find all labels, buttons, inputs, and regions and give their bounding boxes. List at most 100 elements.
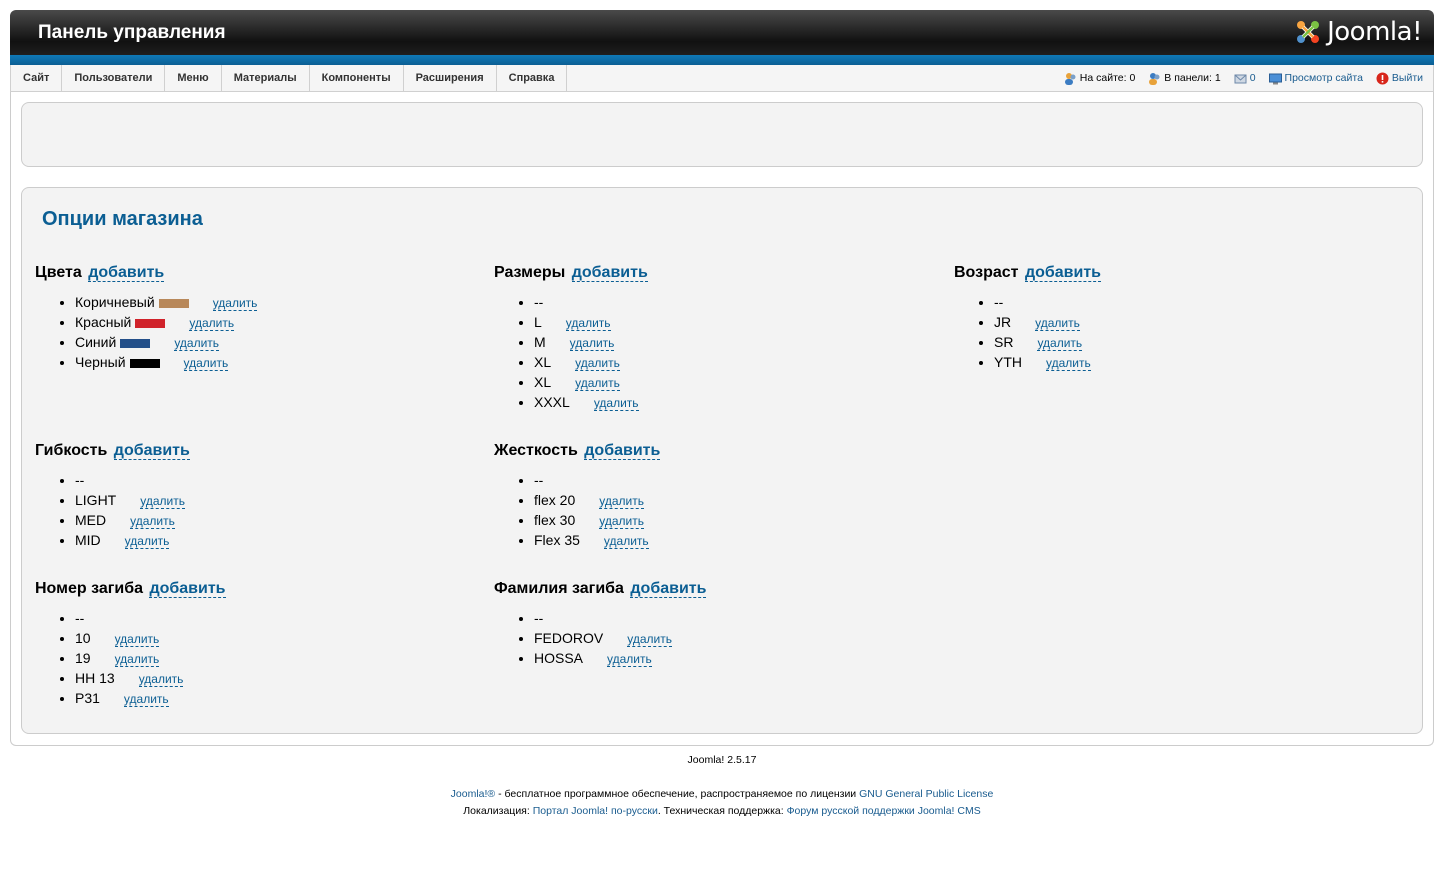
add-age-link[interactable]: добавить xyxy=(1024,264,1101,282)
option-label: FEDOROV xyxy=(534,630,604,646)
view-site-label: Просмотр сайта xyxy=(1284,72,1363,84)
delete-link[interactable]: удалить xyxy=(575,356,620,371)
colors-list: Коричневый удалить Красный удалить Синий уд… xyxy=(35,292,475,372)
in-panel-count: В панели: 1 xyxy=(1164,72,1221,84)
list-item: XXXL удалить xyxy=(534,392,934,412)
delete-link[interactable]: удалить xyxy=(189,316,235,331)
delete-link[interactable]: удалить xyxy=(183,356,229,371)
group-title: Возраст добавить xyxy=(954,262,1394,284)
group-title: Цвета добавить xyxy=(35,262,475,284)
delete-link[interactable]: удалить xyxy=(593,396,639,411)
menu-item-extensions[interactable]: Расширения xyxy=(404,65,497,91)
admin-users-icon xyxy=(1149,72,1160,85)
forum-link[interactable]: Форум русской поддержки Joomla! CMS xyxy=(787,805,981,817)
curve-number-list: -- 10 удалить 19 удалить HH 13 удалить P31 у… xyxy=(35,608,475,708)
delete-link[interactable]: удалить xyxy=(569,336,615,351)
list-item: -- xyxy=(75,608,475,628)
messages-link[interactable]: 0 xyxy=(1234,72,1256,85)
menu-item-users[interactable]: Пользователи xyxy=(62,65,166,91)
delete-link[interactable]: удалить xyxy=(603,534,649,549)
option-label: 10 xyxy=(75,630,91,646)
option-label: M xyxy=(534,334,546,350)
delete-link[interactable]: удалить xyxy=(1037,336,1083,351)
add-color-link[interactable]: добавить xyxy=(88,264,165,282)
menu-item-site[interactable]: Сайт xyxy=(11,65,63,91)
localization-label: Локализация: xyxy=(463,805,533,817)
delete-link[interactable]: удалить xyxy=(599,514,644,529)
gpl-link[interactable]: GNU General Public License xyxy=(859,788,993,800)
users-on-site: На сайте: 0 xyxy=(1064,72,1136,85)
list-item: MED удалить xyxy=(75,510,475,530)
group-curve-number: Номер загиба добавить -- 10 удалить 19 уда… xyxy=(35,578,475,708)
list-item: Синий удалить xyxy=(75,332,475,352)
support-label: . Техническая поддержка: xyxy=(657,805,787,817)
option-label: MED xyxy=(75,512,107,528)
admin-window: Панель управления Joomla! Сайт Пользоват… xyxy=(10,10,1434,820)
option-label: flex 20 xyxy=(534,492,576,508)
delete-link[interactable]: удалить xyxy=(599,494,644,509)
option-label: -- xyxy=(75,472,85,488)
delete-link[interactable]: удалить xyxy=(124,534,170,549)
delete-link[interactable]: удалить xyxy=(114,632,160,647)
delete-link[interactable]: удалить xyxy=(138,672,184,687)
menu-item-help[interactable]: Справка xyxy=(497,65,568,91)
delete-link[interactable]: удалить xyxy=(575,376,620,391)
group-sizes: Размеры добавить -- Lудалить Mудалить XL… xyxy=(494,262,934,412)
list-item: P31 удалить xyxy=(75,688,475,708)
logo-text: Joomla! xyxy=(1327,17,1422,47)
view-site-link[interactable]: Просмотр сайта xyxy=(1268,72,1363,85)
delete-link[interactable]: удалить xyxy=(1035,316,1080,331)
menu-item-menus[interactable]: Меню xyxy=(165,65,222,91)
delete-link[interactable]: удалить xyxy=(123,692,169,707)
list-item: 19 удалить xyxy=(75,648,475,668)
delete-link[interactable]: удалить xyxy=(1046,356,1091,371)
option-label: L xyxy=(534,314,542,330)
add-flex-link[interactable]: добавить xyxy=(113,442,190,460)
menu-item-content[interactable]: Материалы xyxy=(222,65,310,91)
portal-link[interactable]: Портал Joomla! по-русски xyxy=(533,805,658,817)
delete-link[interactable]: удалить xyxy=(627,632,672,647)
group-curve-name: Фамилия загиба добавить -- FEDOROVудалит… xyxy=(494,578,934,668)
group-title-text: Возраст xyxy=(954,264,1019,281)
curve-name-list: -- FEDOROVудалить HOSSAудалить xyxy=(494,608,934,668)
option-label: 19 xyxy=(75,650,91,666)
option-label: HOSSA xyxy=(534,650,584,666)
monitor-icon xyxy=(1268,73,1282,84)
delete-link[interactable]: удалить xyxy=(607,652,652,667)
add-curve-name-link[interactable]: добавить xyxy=(630,580,707,598)
group-title-text: Жесткость xyxy=(494,442,578,459)
menu-item-components[interactable]: Компоненты xyxy=(310,65,404,91)
list-item: SR удалить xyxy=(994,332,1394,352)
option-label: YTH xyxy=(994,354,1022,370)
delete-link[interactable]: удалить xyxy=(114,652,160,667)
logout-link[interactable]: Выйти xyxy=(1376,72,1423,85)
option-label: XL xyxy=(534,354,552,370)
list-item: JR удалить xyxy=(994,312,1394,332)
list-item: LIGHT удалить xyxy=(75,490,475,510)
stiffness-list: -- flex 20 удалить flex 30 удалить Flex 35… xyxy=(494,470,934,550)
age-list: -- JR удалить SR удалить YTH удалить xyxy=(954,292,1394,372)
list-item: -- xyxy=(534,608,934,628)
group-title: Размеры добавить xyxy=(494,262,934,284)
add-stiffness-link[interactable]: добавить xyxy=(584,442,661,460)
add-size-link[interactable]: добавить xyxy=(571,264,648,282)
delete-link[interactable]: удалить xyxy=(130,514,175,529)
option-label: -- xyxy=(75,610,85,626)
add-curve-number-link[interactable]: добавить xyxy=(149,580,226,598)
sizes-list: -- Lудалить Mудалить XL удалить XL удалить… xyxy=(494,292,934,412)
toolbar-box xyxy=(21,102,1423,167)
joomla-link[interactable]: Joomla!® xyxy=(451,788,496,800)
delete-link[interactable]: удалить xyxy=(212,296,258,311)
list-item: MID удалить xyxy=(75,530,475,550)
delete-link[interactable]: удалить xyxy=(565,316,611,331)
group-title-text: Размеры xyxy=(494,264,566,281)
color-swatch xyxy=(129,358,160,368)
list-item: Mудалить xyxy=(534,332,934,352)
delete-link[interactable]: удалить xyxy=(174,336,220,351)
messages-count: 0 xyxy=(1249,72,1256,84)
list-item: HH 13 удалить xyxy=(75,668,475,688)
on-site-count: На сайте: 0 xyxy=(1079,72,1136,84)
color-swatch xyxy=(158,298,189,308)
delete-link[interactable]: удалить xyxy=(140,494,185,509)
list-item: Flex 35 удалить xyxy=(534,530,934,550)
